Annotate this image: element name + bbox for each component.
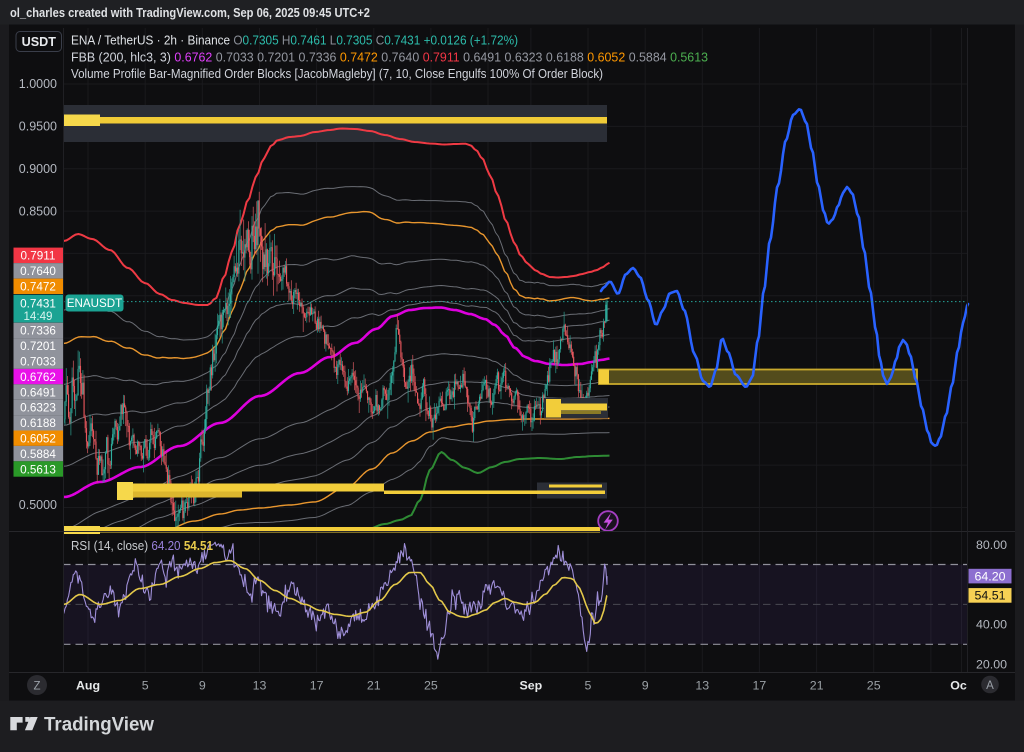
svg-text:80.00: 80.00 [976, 538, 1007, 552]
svg-text:0.5613: 0.5613 [20, 463, 56, 476]
svg-text:20.00: 20.00 [976, 658, 1007, 672]
svg-text:21: 21 [367, 679, 381, 693]
svg-text:FBB (200, hlc3, 3) 0.6762 0.70: FBB (200, hlc3, 3) 0.6762 0.7033 0.7201 … [71, 49, 708, 64]
svg-text:ENAUSDT: ENAUSDT [67, 297, 122, 310]
svg-text:Oc: Oc [950, 679, 967, 693]
svg-text:0.6491: 0.6491 [20, 386, 56, 399]
svg-text:0.6762: 0.6762 [20, 371, 56, 384]
svg-text:Volume Profile Bar-Magnified O: Volume Profile Bar-Magnified Order Block… [71, 66, 603, 81]
svg-text:25: 25 [867, 679, 881, 693]
svg-text:1.0000: 1.0000 [19, 77, 57, 91]
svg-text:0.6323: 0.6323 [20, 402, 56, 415]
svg-text:Z: Z [33, 680, 40, 692]
svg-text:0.7033: 0.7033 [20, 356, 56, 369]
svg-text:0.5884: 0.5884 [20, 448, 56, 461]
svg-text:25: 25 [424, 679, 438, 693]
svg-text:0.7336: 0.7336 [20, 325, 56, 338]
svg-text:USDT: USDT [22, 35, 57, 49]
svg-text:5: 5 [142, 679, 149, 693]
svg-text:13: 13 [253, 679, 267, 693]
svg-text:RSI (14, close) 64.20 54.51: RSI (14, close) 64.20 54.51 [71, 539, 213, 553]
svg-text:Aug: Aug [76, 679, 100, 693]
svg-text:13: 13 [695, 679, 709, 693]
svg-text:17: 17 [310, 679, 324, 693]
svg-text:0.7431: 0.7431 [20, 298, 56, 311]
svg-text:5: 5 [585, 679, 592, 693]
svg-text:0.9500: 0.9500 [19, 120, 57, 134]
svg-text:TradingView: TradingView [44, 714, 155, 736]
svg-text:9: 9 [642, 679, 649, 693]
svg-text:17: 17 [753, 679, 767, 693]
svg-text:0.5000: 0.5000 [19, 498, 57, 512]
svg-text:0.7472: 0.7472 [20, 281, 56, 294]
svg-text:0.6052: 0.6052 [20, 433, 56, 446]
svg-text:9: 9 [199, 679, 206, 693]
svg-text:14:49: 14:49 [23, 310, 52, 323]
svg-text:0.6188: 0.6188 [20, 417, 56, 430]
svg-text:0.9000: 0.9000 [19, 162, 57, 176]
svg-text:64.20: 64.20 [974, 569, 1005, 583]
svg-text:0.7201: 0.7201 [20, 340, 56, 353]
svg-text:A: A [986, 680, 994, 692]
svg-text:0.8500: 0.8500 [19, 204, 57, 218]
svg-text:0.7640: 0.7640 [20, 265, 56, 278]
svg-text:Sep: Sep [520, 679, 543, 693]
svg-text:0.7911: 0.7911 [21, 250, 56, 263]
svg-text:ENA / TetherUS · 2h · Binance: ENA / TetherUS · 2h · Binance O0.7305 H0… [71, 33, 518, 48]
svg-text:54.51: 54.51 [974, 589, 1005, 603]
svg-text:ol_charles created with Tradin: ol_charles created with TradingView.com,… [10, 5, 370, 20]
svg-text:40.00: 40.00 [976, 618, 1007, 632]
svg-text:21: 21 [810, 679, 824, 693]
